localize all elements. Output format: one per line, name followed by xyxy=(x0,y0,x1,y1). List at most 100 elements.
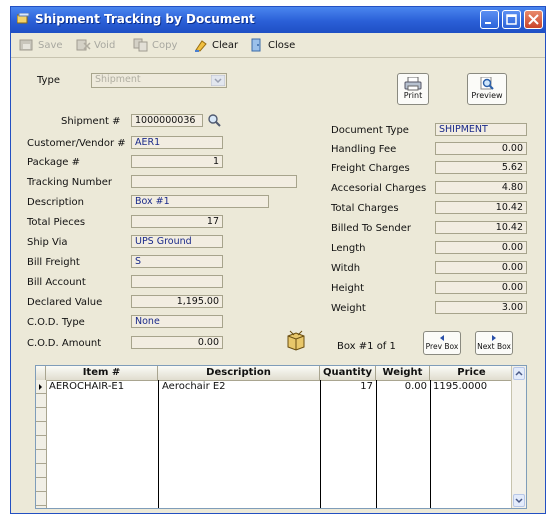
chevron-up-icon xyxy=(515,370,523,376)
header-weight[interactable]: Weight xyxy=(376,366,430,380)
chevron-down-icon xyxy=(211,75,225,86)
shipment-number-field[interactable]: 1000000036 xyxy=(131,114,203,127)
header-price[interactable]: Price xyxy=(430,366,514,380)
print-button[interactable]: Print xyxy=(397,73,429,105)
width-field[interactable]: 0.00 xyxy=(435,261,527,274)
save-button[interactable]: Save xyxy=(19,37,63,53)
cell-quantity[interactable]: 17 xyxy=(321,380,375,394)
row-selector[interactable] xyxy=(36,436,46,450)
height-field[interactable]: 0.00 xyxy=(435,281,527,294)
void-label: Void xyxy=(94,39,116,51)
next-box-button[interactable]: Next Box xyxy=(475,331,513,355)
weight-field[interactable]: 3.00 xyxy=(435,301,527,314)
total-charges-field[interactable]: 10.42 xyxy=(435,201,527,214)
cell-price[interactable]: 1195.0000 xyxy=(431,380,513,394)
description-field[interactable]: Box #1 xyxy=(131,195,269,208)
scroll-up-button[interactable] xyxy=(513,367,525,380)
document-type-field[interactable]: SHIPMENT xyxy=(435,123,527,136)
prev-box-button[interactable]: Prev Box xyxy=(423,331,461,355)
declared-value-label: Declared Value xyxy=(27,297,103,308)
header-description[interactable]: Description xyxy=(158,366,320,380)
cod-type-field[interactable]: None xyxy=(131,315,223,328)
header-item[interactable]: Item # xyxy=(46,366,158,380)
ship-via-label: Ship Via xyxy=(27,237,68,248)
package-number-field[interactable]: 1 xyxy=(131,155,223,168)
row-selector[interactable] xyxy=(36,422,46,436)
freight-charges-field[interactable]: 5.62 xyxy=(435,161,527,174)
total-charges-label: Total Charges xyxy=(331,203,399,214)
search-icon[interactable] xyxy=(207,113,221,127)
customer-vendor-field[interactable]: AER1 xyxy=(131,136,223,149)
preview-button[interactable]: Preview xyxy=(467,73,507,105)
bill-freight-field[interactable]: S xyxy=(131,255,223,268)
billed-to-sender-field[interactable]: 10.42 xyxy=(435,221,527,234)
grid-header: Item # Description Quantity Weight Price xyxy=(36,366,514,381)
cell-item[interactable]: AEROCHAIR-E1 xyxy=(47,380,157,394)
bill-account-field[interactable] xyxy=(131,275,223,288)
length-field[interactable]: 0.00 xyxy=(435,241,527,254)
preview-label: Preview xyxy=(471,91,503,100)
current-row-icon xyxy=(39,384,42,390)
shipment-tracking-window: Shipment Tracking by Document Save Void … xyxy=(10,6,546,514)
clear-label: Clear xyxy=(212,39,239,51)
cell-weight[interactable]: 0.00 xyxy=(377,380,429,394)
cell-description[interactable]: Aerochair E2 xyxy=(160,380,318,394)
declared-value-field[interactable]: 1,195.00 xyxy=(131,295,223,308)
minimize-button[interactable] xyxy=(480,10,499,29)
type-select[interactable]: Shipment xyxy=(91,73,227,88)
tracking-number-field[interactable] xyxy=(131,175,297,188)
close-toolbar-button[interactable]: Close xyxy=(249,37,295,53)
toolbar: Save Void Copy Clear Close xyxy=(11,33,545,58)
total-pieces-label: Total Pieces xyxy=(27,217,86,228)
arrow-right-icon xyxy=(492,335,496,341)
width-label: Witdh xyxy=(331,263,361,274)
row-selector[interactable] xyxy=(36,464,46,478)
bill-account-label: Bill Account xyxy=(27,277,86,288)
row-selector[interactable] xyxy=(36,450,46,464)
description-label: Description xyxy=(27,197,84,208)
billed-to-sender-label: Billed To Sender xyxy=(331,223,412,234)
row-selector[interactable] xyxy=(36,408,46,422)
length-label: Length xyxy=(331,243,366,254)
bill-freight-label: Bill Freight xyxy=(27,257,80,268)
cod-amount-label: C.O.D. Amount xyxy=(27,338,102,349)
type-value: Shipment xyxy=(95,74,141,85)
clear-icon xyxy=(195,40,207,52)
shipment-label: Shipment # xyxy=(61,116,121,127)
customer-label: Customer/Vendor # xyxy=(27,138,126,149)
title-bar[interactable]: Shipment Tracking by Document xyxy=(11,7,545,33)
row-selector[interactable] xyxy=(36,380,46,394)
row-selector[interactable] xyxy=(36,394,46,408)
tracking-label: Tracking Number xyxy=(27,177,112,188)
void-button[interactable]: Void xyxy=(75,37,115,53)
handling-fee-field[interactable]: 0.00 xyxy=(435,142,527,155)
row-selectors xyxy=(36,380,47,508)
total-pieces-field[interactable]: 17 xyxy=(131,215,223,228)
chevron-down-icon xyxy=(515,498,523,504)
copy-button[interactable]: Copy xyxy=(133,37,177,53)
package-box-icon[interactable] xyxy=(285,329,307,351)
void-icon xyxy=(76,39,91,51)
prev-box-label: Prev Box xyxy=(425,342,459,351)
header-quantity[interactable]: Quantity xyxy=(320,366,376,380)
accessorial-charges-field[interactable]: 4.80 xyxy=(435,181,527,194)
printer-icon xyxy=(404,77,422,91)
items-grid: Item # Description Quantity Weight Price… xyxy=(35,365,527,509)
clear-button[interactable]: Clear xyxy=(193,37,238,53)
scroll-down-button[interactable] xyxy=(513,494,525,507)
row-selector[interactable] xyxy=(36,492,46,506)
ship-via-field[interactable]: UPS Ground xyxy=(131,235,223,248)
column-divider xyxy=(320,380,321,508)
maximize-button[interactable] xyxy=(502,10,521,29)
cod-amount-field[interactable]: 0.00 xyxy=(131,336,223,349)
weight-label: Weight xyxy=(331,303,366,314)
close-window-button[interactable] xyxy=(524,10,543,29)
close-door-icon xyxy=(251,38,261,52)
grid-scrollbar[interactable] xyxy=(511,366,526,508)
handling-fee-label: Handling Fee xyxy=(331,144,397,155)
column-divider xyxy=(430,380,431,508)
row-selector[interactable] xyxy=(36,478,46,492)
copy-label: Copy xyxy=(152,39,178,51)
maximize-icon xyxy=(506,14,517,25)
magnifier-icon xyxy=(480,77,494,90)
